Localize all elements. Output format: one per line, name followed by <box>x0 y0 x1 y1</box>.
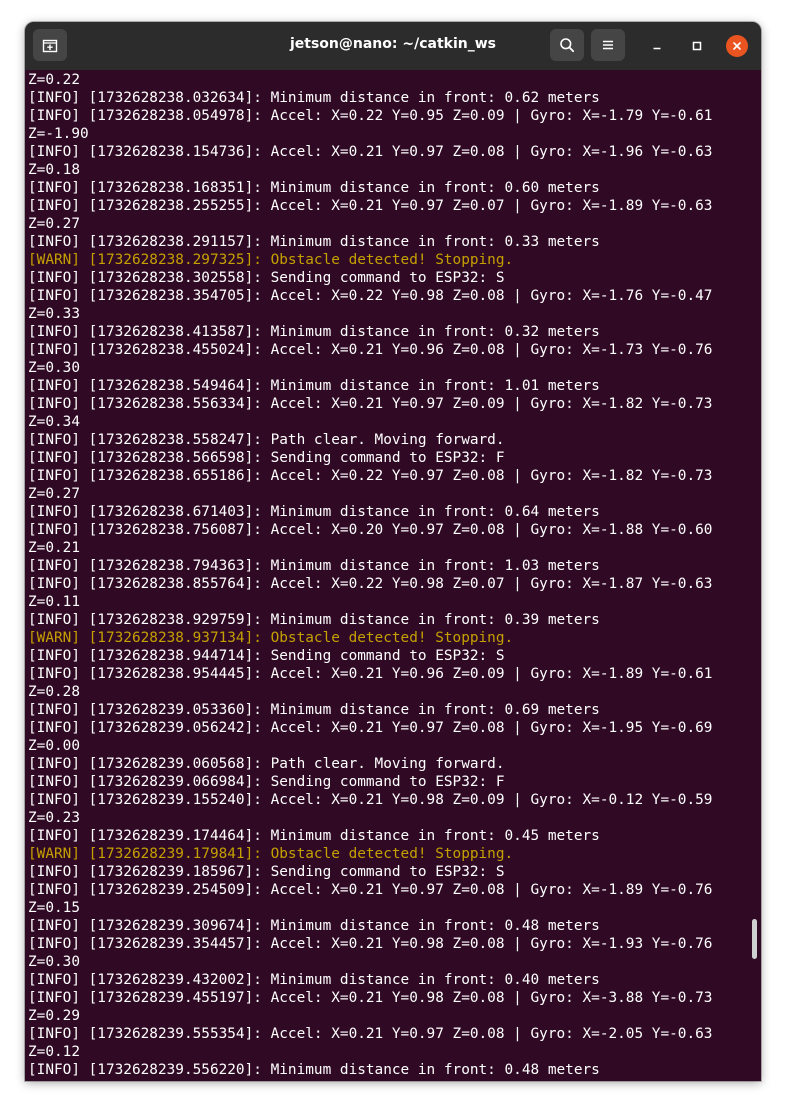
log-line: Z=0.30 <box>28 954 80 970</box>
log-line-warn: [WARN] [1732628238.297325]: Obstacle det… <box>28 252 514 268</box>
log-line: [INFO] [1732628239.455197]: Accel: X=0.2… <box>28 990 713 1006</box>
log-line: Z=0.22 <box>28 72 80 88</box>
log-line: [INFO] [1732628239.053360]: Minimum dist… <box>28 702 600 718</box>
log-line: Z=0.27 <box>28 486 80 502</box>
terminal-window: jetson@nano: ~/catkin_ws Z=0.22 [INFO] [… <box>25 22 761 1081</box>
log-line: [INFO] [1732628239.174464]: Minimum dist… <box>28 828 600 844</box>
log-line: Z=0.29 <box>28 1008 80 1024</box>
log-line-warn: [WARN] [1732628239.179841]: Obstacle det… <box>28 846 514 862</box>
log-line: [INFO] [1732628238.354705]: Accel: X=0.2… <box>28 288 713 304</box>
log-line: [INFO] [1732628238.954445]: Accel: X=0.2… <box>28 666 713 682</box>
search-button[interactable] <box>550 29 584 61</box>
log-line: [INFO] [1732628239.354457]: Accel: X=0.2… <box>28 936 713 952</box>
terminal-output[interactable]: Z=0.22 [INFO] [1732628238.032634]: Minimu… <box>25 70 761 1081</box>
log-line: [INFO] [1732628238.154736]: Accel: X=0.2… <box>28 144 713 160</box>
log-line: [INFO] [1732628238.168351]: Minimum dist… <box>28 180 600 196</box>
log-line: [INFO] [1732628238.413587]: Minimum dist… <box>28 324 600 340</box>
log-line: Z=0.28 <box>28 684 80 700</box>
log-line: [INFO] [1732628239.432002]: Minimum dist… <box>28 972 600 988</box>
log-line: [INFO] [1732628238.756087]: Accel: X=0.2… <box>28 522 713 538</box>
scrollbar-thumb[interactable] <box>752 919 757 959</box>
log-line: [INFO] [1732628238.655186]: Accel: X=0.2… <box>28 468 713 484</box>
log-line: [INFO] [1732628239.309674]: Minimum dist… <box>28 918 600 934</box>
log-line: [INFO] [1732628238.556334]: Accel: X=0.2… <box>28 396 713 412</box>
menu-button[interactable] <box>591 29 625 61</box>
log-line: Z=0.11 <box>28 594 80 610</box>
log-line: [INFO] [1732628239.155240]: Accel: X=0.2… <box>28 792 713 808</box>
log-line: [INFO] [1732628239.056242]: Accel: X=0.2… <box>28 720 713 736</box>
log-line: [INFO] [1732628239.185967]: Sending comm… <box>28 864 505 880</box>
log-line: Z=0.33 <box>28 306 80 322</box>
log-line: Z=0.23 <box>28 810 80 826</box>
log-line: [INFO] [1732628238.291157]: Minimum dist… <box>28 234 600 250</box>
maximize-button[interactable] <box>686 35 708 57</box>
log-line: Z=-1.90 <box>28 126 89 142</box>
log-line: Z=0.34 <box>28 414 80 430</box>
log-line: [INFO] [1732628239.060568]: Path clear. … <box>28 756 505 772</box>
log-line: [INFO] [1732628238.944714]: Sending comm… <box>28 648 505 664</box>
log-line: [INFO] [1732628238.455024]: Accel: X=0.2… <box>28 342 713 358</box>
close-button[interactable] <box>726 35 748 57</box>
log-line: [INFO] [1732628238.566598]: Sending comm… <box>28 450 505 466</box>
log-line: Z=0.12 <box>28 1044 80 1060</box>
log-line: Z=0.21 <box>28 540 80 556</box>
log-line: [INFO] [1732628238.558247]: Path clear. … <box>28 432 505 448</box>
log-line: [INFO] [1732628238.549464]: Minimum dist… <box>28 378 600 394</box>
log-line: [INFO] [1732628238.794363]: Minimum dist… <box>28 558 600 574</box>
log-line: Z=0.00 <box>28 738 80 754</box>
close-icon <box>733 42 741 50</box>
minimize-button[interactable] <box>646 35 668 57</box>
log-line: [INFO] [1732628238.032634]: Minimum dist… <box>28 90 600 106</box>
log-line: [INFO] [1732628239.066984]: Sending comm… <box>28 774 505 790</box>
log-line: Z=0.15 <box>28 900 80 916</box>
log-line: [INFO] [1732628238.671403]: Minimum dist… <box>28 504 600 520</box>
log-line: [INFO] [1732628239.254509]: Accel: X=0.2… <box>28 882 713 898</box>
log-line: [INFO] [1732628238.855764]: Accel: X=0.2… <box>28 576 713 592</box>
title-bar[interactable]: jetson@nano: ~/catkin_ws <box>25 22 761 70</box>
minimize-icon <box>653 47 661 50</box>
maximize-icon <box>692 41 702 51</box>
log-line: [INFO] [1732628238.302558]: Sending comm… <box>28 270 505 286</box>
terminal-lines: Z=0.22 [INFO] [1732628238.032634]: Minimu… <box>28 71 712 1079</box>
log-line: [INFO] [1732628238.929759]: Minimum dist… <box>28 612 600 628</box>
log-line: [INFO] [1732628238.255255]: Accel: X=0.2… <box>28 198 713 214</box>
log-line: Z=0.30 <box>28 360 80 376</box>
new-tab-button[interactable] <box>33 29 67 61</box>
log-line: Z=0.27 <box>28 216 80 232</box>
hamburger-menu-icon <box>603 40 613 50</box>
search-icon <box>560 38 575 53</box>
log-line: [INFO] [1732628239.555354]: Accel: X=0.2… <box>28 1026 713 1042</box>
log-line-warn: [WARN] [1732628238.937134]: Obstacle det… <box>28 630 514 646</box>
log-line: [INFO] [1732628238.054978]: Accel: X=0.2… <box>28 108 713 124</box>
new-tab-icon <box>42 39 58 53</box>
log-line: [INFO] [1732628239.556220]: Minimum dist… <box>28 1062 600 1078</box>
log-line: Z=0.18 <box>28 162 80 178</box>
